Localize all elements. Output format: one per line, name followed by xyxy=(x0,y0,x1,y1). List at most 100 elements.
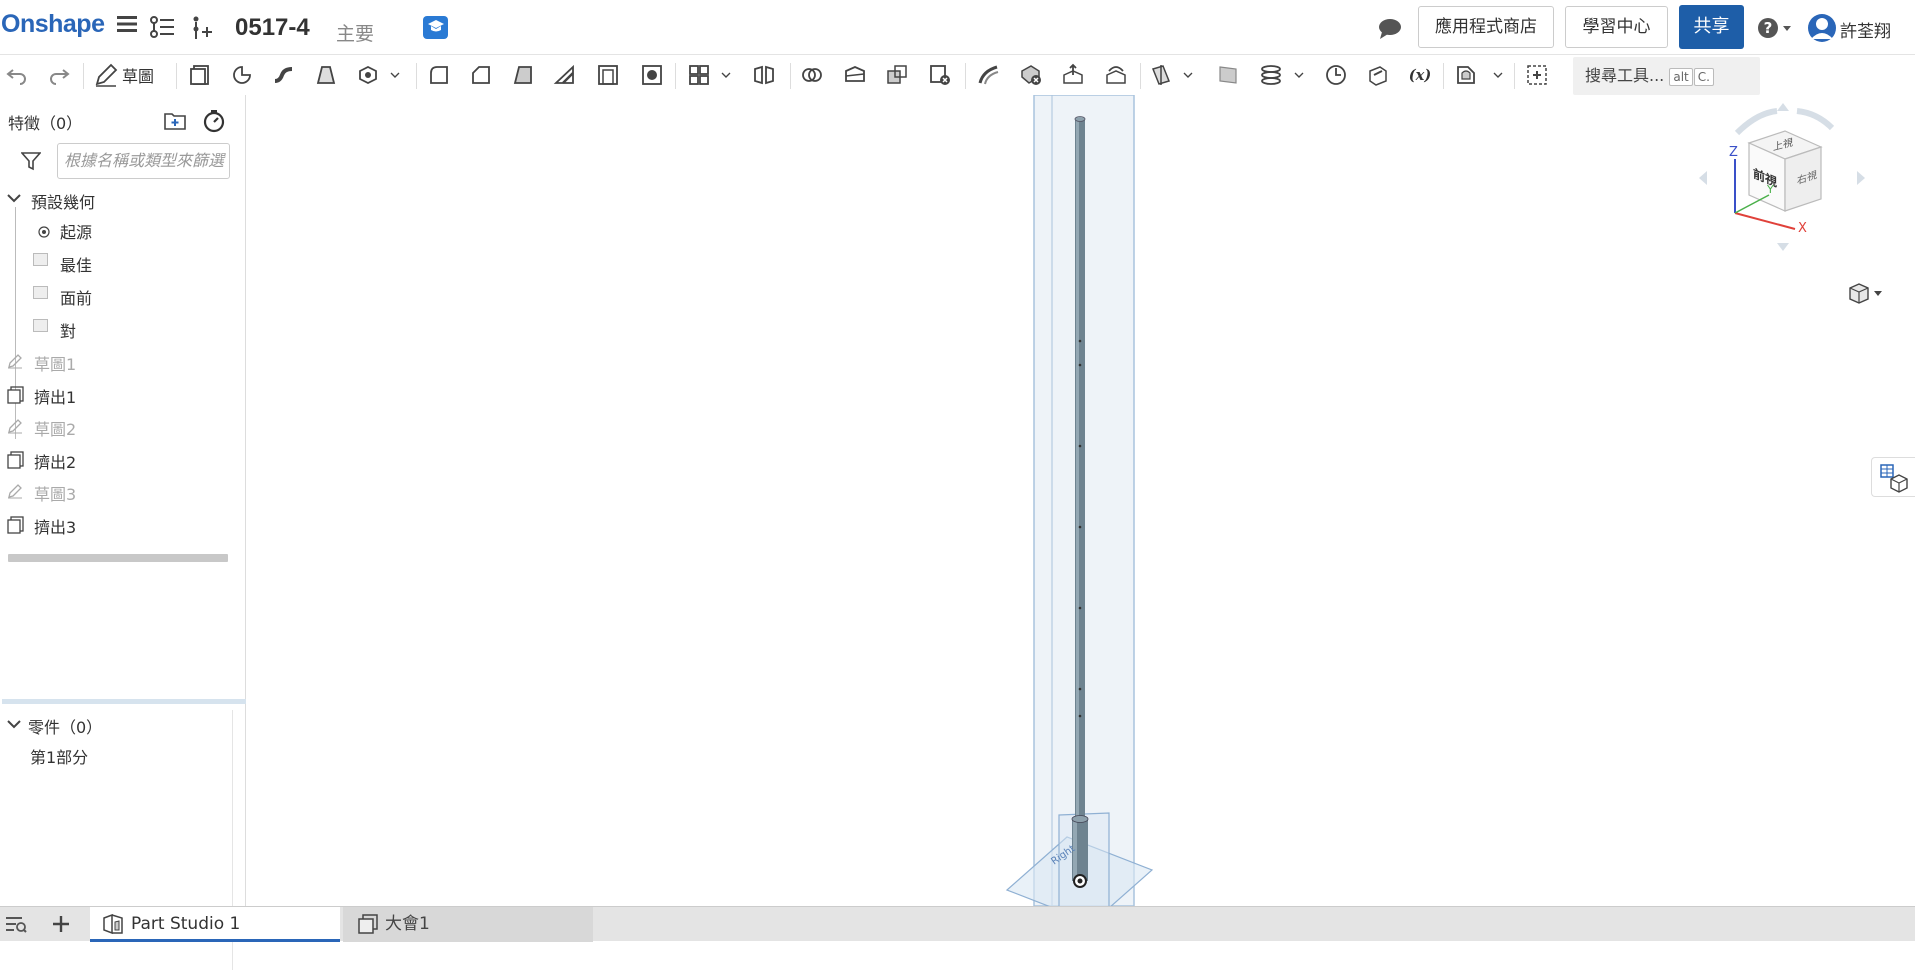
education-cap-icon[interactable] xyxy=(423,16,448,39)
chevron-down-icon[interactable] xyxy=(1490,61,1506,89)
right-plane-item[interactable]: 對 xyxy=(60,318,76,342)
user-name[interactable]: 許荃翔 xyxy=(1840,17,1891,42)
front-plane-item[interactable]: 面前 xyxy=(60,285,92,309)
revolve-icon[interactable] xyxy=(227,61,257,89)
rollback-bar[interactable] xyxy=(8,554,228,562)
chamfer-icon[interactable] xyxy=(466,61,496,89)
feature-item[interactable]: 草圖3 xyxy=(34,481,76,505)
sketch-button[interactable]: 草圖 xyxy=(94,63,154,87)
hole-mark xyxy=(1078,339,1082,343)
hamburger-menu-icon[interactable] xyxy=(116,13,138,41)
chevron-down-icon[interactable] xyxy=(1291,61,1307,89)
add-custom-feature-icon[interactable] xyxy=(1522,61,1552,89)
branch-label[interactable]: 主要 xyxy=(336,19,374,46)
document-title[interactable]: 0517-4 xyxy=(235,14,310,42)
chevron-down-icon[interactable] xyxy=(6,190,22,209)
extrude-feature-icon xyxy=(7,386,24,404)
user-avatar-icon[interactable] xyxy=(1807,13,1837,47)
chevron-down-icon[interactable] xyxy=(387,61,403,89)
extrude-icon[interactable] xyxy=(185,61,215,89)
draft-icon[interactable] xyxy=(508,61,538,89)
comments-icon[interactable] xyxy=(1378,18,1402,46)
modify-fillet-icon[interactable] xyxy=(974,61,1004,89)
search-tools-input[interactable]: 搜尋工具... alt C. xyxy=(1573,57,1760,95)
svg-text:(x): (x) xyxy=(1409,67,1431,84)
loft-icon[interactable] xyxy=(311,61,341,89)
graphics-viewport[interactable]: Right 上視 前視 右視 X Y Z xyxy=(247,95,1915,906)
sketch-pencil-icon xyxy=(7,418,23,434)
origin-item[interactable]: 起源 xyxy=(60,219,92,243)
chevron-down-icon[interactable] xyxy=(6,716,22,735)
parts-header[interactable]: 零件（0） xyxy=(28,714,102,738)
axis-z-label: Z xyxy=(1729,145,1738,160)
share-button[interactable]: 共享 xyxy=(1679,5,1744,49)
learning-center-button[interactable]: 學習中心 xyxy=(1565,6,1668,48)
create-version-icon[interactable] xyxy=(190,15,214,47)
fillet-icon[interactable] xyxy=(424,61,454,89)
variable-icon[interactable]: (x) xyxy=(1405,61,1435,89)
linear-pattern-icon[interactable] xyxy=(684,61,714,89)
configuration-panel-toggle[interactable] xyxy=(1871,457,1915,497)
feature-item[interactable]: 草圖1 xyxy=(34,351,76,375)
extrude-feature-icon xyxy=(7,516,24,534)
hole-mark xyxy=(1078,687,1082,691)
panel-splitter[interactable] xyxy=(2,699,246,704)
move-face-icon[interactable] xyxy=(1058,61,1088,89)
replace-face-icon[interactable] xyxy=(1101,61,1131,89)
plane-icon[interactable] xyxy=(1146,61,1176,89)
part-item[interactable]: 第1部分 xyxy=(30,744,88,768)
hole-icon[interactable] xyxy=(637,61,667,89)
hole-mark xyxy=(1078,606,1082,610)
surface-icon[interactable] xyxy=(1213,61,1243,89)
feature-item[interactable]: 草圖2 xyxy=(34,416,76,440)
section-view-icon[interactable] xyxy=(1363,61,1393,89)
default-geometry-group[interactable]: 預設幾何 xyxy=(31,189,95,213)
feature-item[interactable]: 擠出1 xyxy=(34,384,76,408)
tab-bar: Part Studio 1 大會1 xyxy=(0,906,1915,942)
delete-part-icon[interactable] xyxy=(925,61,955,89)
rod-top-cap xyxy=(1074,116,1086,122)
feature-item[interactable]: 擠出3 xyxy=(34,514,76,538)
transform-icon[interactable] xyxy=(882,61,912,89)
custom-feature-icon[interactable] xyxy=(1451,61,1481,89)
sweep-icon[interactable] xyxy=(269,61,299,89)
undo-icon[interactable] xyxy=(2,61,32,89)
redo-icon[interactable] xyxy=(44,61,74,89)
view-options-icon[interactable] xyxy=(1847,282,1883,308)
rib-icon[interactable] xyxy=(550,61,580,89)
chevron-down-icon[interactable] xyxy=(718,61,734,89)
top-plane-item[interactable]: 最佳 xyxy=(60,252,92,276)
add-folder-icon[interactable] xyxy=(164,110,186,134)
hole-mark xyxy=(1078,714,1082,718)
extrude-feature-icon xyxy=(7,451,24,469)
add-tab-icon[interactable] xyxy=(51,914,71,938)
split-icon[interactable] xyxy=(840,61,870,89)
shell-icon[interactable] xyxy=(593,61,623,89)
sketch-pencil-icon xyxy=(7,353,23,369)
tree-guide-line xyxy=(15,207,16,439)
rollback-timer-icon[interactable] xyxy=(202,109,226,137)
delete-face-icon[interactable] xyxy=(1016,61,1046,89)
plane-icon xyxy=(33,319,48,332)
thicken-icon[interactable] xyxy=(353,61,383,89)
view-cube[interactable]: 上視 前視 右視 X Y Z xyxy=(1697,103,1877,263)
help-icon[interactable]: ? xyxy=(1757,16,1793,46)
chevron-down-icon[interactable] xyxy=(1180,61,1196,89)
version-graph-icon[interactable] xyxy=(149,15,175,45)
measure-icon[interactable] xyxy=(1321,61,1351,89)
hole-mark xyxy=(1078,525,1082,529)
mirror-icon[interactable] xyxy=(749,61,779,89)
model-canvas[interactable]: Right xyxy=(247,95,1915,906)
shortcut-alt: alt xyxy=(1669,67,1693,86)
feature-item[interactable]: 擠出2 xyxy=(34,449,76,473)
feature-filter-input[interactable]: 根據名稱或類型來篩選 xyxy=(57,143,230,179)
base-top-cap xyxy=(1071,815,1089,823)
tab-assembly[interactable]: 大會1 xyxy=(343,907,593,942)
helix-icon[interactable] xyxy=(1256,61,1286,89)
app-store-button[interactable]: 應用程式商店 xyxy=(1418,6,1554,48)
onshape-logo[interactable]: Onshape xyxy=(1,10,105,39)
filter-icon[interactable] xyxy=(20,151,42,175)
tab-manager-icon[interactable] xyxy=(5,915,27,937)
tab-part-studio[interactable]: Part Studio 1 xyxy=(90,907,340,942)
boolean-icon[interactable] xyxy=(797,61,827,89)
